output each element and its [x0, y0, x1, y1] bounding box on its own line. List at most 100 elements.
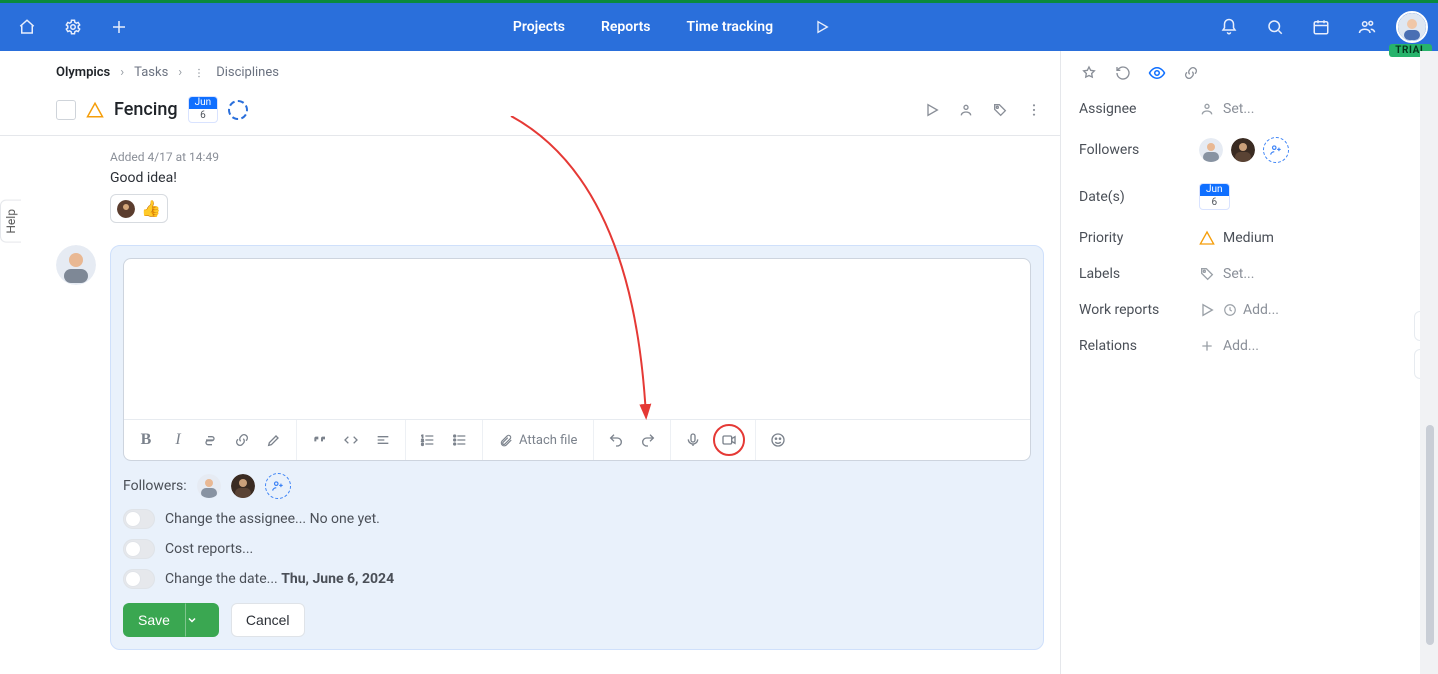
- undo-icon[interactable]: [604, 428, 628, 452]
- row-priority: Priority Medium: [1079, 220, 1404, 256]
- label-assignee: Assignee: [1079, 101, 1189, 117]
- editor: B I 123: [123, 258, 1031, 461]
- nav-reports[interactable]: Reports: [597, 13, 655, 41]
- chevron-right-icon: ›: [120, 65, 124, 80]
- link-icon[interactable]: [1181, 63, 1201, 83]
- save-dropdown-button[interactable]: [185, 603, 219, 637]
- calendar-icon[interactable]: [1304, 10, 1338, 44]
- scrollbar-thumb[interactable]: [1426, 425, 1434, 645]
- toggle[interactable]: [123, 509, 155, 529]
- search-icon[interactable]: [1258, 10, 1292, 44]
- thumbs-up-icon: 👍: [141, 199, 161, 218]
- link-icon[interactable]: [230, 428, 254, 452]
- breadcrumb-overflow[interactable]: [192, 66, 206, 80]
- comment-meta: Added 4/17 at 14:49: [110, 150, 1044, 164]
- value-assignee[interactable]: Set...: [1199, 101, 1404, 117]
- ordered-list-icon[interactable]: 123: [416, 428, 440, 452]
- toggle-label: Cost reports...: [165, 541, 253, 557]
- breadcrumb-current[interactable]: Disciplines: [216, 65, 279, 80]
- breadcrumb-root[interactable]: Olympics: [56, 65, 110, 80]
- italic-icon[interactable]: I: [166, 428, 190, 452]
- label-workreports: Work reports: [1079, 302, 1189, 318]
- avatar[interactable]: [1231, 138, 1255, 162]
- add-follower-button[interactable]: [265, 473, 291, 499]
- workreports-add: Add...: [1243, 302, 1279, 318]
- highlight-icon[interactable]: [262, 428, 286, 452]
- avatar[interactable]: [1199, 138, 1223, 162]
- tag-icon[interactable]: [990, 100, 1010, 120]
- avatar[interactable]: [1396, 11, 1428, 43]
- divider: [0, 135, 1060, 136]
- label-relations: Relations: [1079, 338, 1189, 354]
- chip-month: Jun: [1200, 184, 1229, 196]
- assignee-set: Set...: [1223, 101, 1254, 117]
- bullet-list-icon[interactable]: [448, 428, 472, 452]
- nav-projects[interactable]: Projects: [509, 13, 569, 41]
- row-assignee: Assignee Set...: [1079, 91, 1404, 127]
- row-dates: Date(s) Jun 6: [1079, 173, 1404, 220]
- toggle[interactable]: [123, 569, 155, 589]
- code-icon[interactable]: [339, 428, 363, 452]
- nav-time-tracking[interactable]: Time tracking: [683, 13, 778, 41]
- followers-label: Followers:: [123, 478, 187, 494]
- home-icon[interactable]: [10, 10, 44, 44]
- eye-icon[interactable]: [1147, 63, 1167, 83]
- scrollbar[interactable]: [1420, 51, 1438, 674]
- redo-icon[interactable]: [636, 428, 660, 452]
- value-dates[interactable]: Jun 6: [1199, 183, 1404, 210]
- avatar[interactable]: [197, 474, 221, 498]
- row-labels: Labels Set...: [1079, 256, 1404, 292]
- chevron-right-icon: ›: [178, 65, 182, 80]
- play-icon[interactable]: [922, 100, 942, 120]
- strike-icon[interactable]: [198, 428, 222, 452]
- cancel-button[interactable]: Cancel: [231, 603, 305, 637]
- label-dates: Date(s): [1079, 189, 1189, 205]
- people-icon[interactable]: [1350, 10, 1384, 44]
- comment-block: Added 4/17 at 14:49 Good idea! 👍: [56, 142, 1044, 223]
- refresh-icon[interactable]: [1113, 63, 1133, 83]
- row-followers: Followers: [1079, 127, 1404, 173]
- bold-icon[interactable]: B: [134, 428, 158, 452]
- play-icon[interactable]: [805, 10, 839, 44]
- gear-icon[interactable]: [56, 10, 90, 44]
- label-followers: Followers: [1079, 142, 1189, 158]
- add-follower-button[interactable]: [1263, 137, 1289, 163]
- mic-icon[interactable]: [681, 428, 705, 452]
- value-priority[interactable]: Medium: [1199, 230, 1404, 246]
- value-followers[interactable]: [1199, 137, 1404, 163]
- priority-icon: [86, 101, 104, 119]
- assignee-icon[interactable]: [956, 100, 976, 120]
- video-record-button[interactable]: [713, 424, 745, 456]
- value-relations[interactable]: Add...: [1199, 338, 1404, 354]
- bell-icon[interactable]: [1212, 10, 1246, 44]
- paragraph-icon[interactable]: [371, 428, 395, 452]
- attach-file-button[interactable]: Attach file: [493, 433, 583, 448]
- chip-day: 6: [194, 109, 212, 122]
- toggle-label: Change the assignee...: [165, 511, 310, 527]
- toggle-change-assignee: Change the assignee... No one yet.: [123, 509, 1031, 529]
- chip-day: 6: [1205, 196, 1223, 209]
- label-priority: Priority: [1079, 230, 1189, 246]
- priority-text: Medium: [1223, 230, 1274, 246]
- value-labels[interactable]: Set...: [1199, 266, 1404, 282]
- value-workreports[interactable]: Add...: [1199, 302, 1404, 318]
- row-work-reports: Work reports Add...: [1079, 292, 1404, 328]
- save-button[interactable]: Save: [123, 603, 185, 637]
- status-circle-icon[interactable]: [228, 100, 248, 120]
- emoji-icon[interactable]: [766, 428, 790, 452]
- task-title: Fencing: [114, 99, 178, 120]
- task-date-chip[interactable]: Jun 6: [188, 96, 219, 123]
- avatar[interactable]: [231, 474, 255, 498]
- toggle[interactable]: [123, 539, 155, 559]
- quote-icon[interactable]: [307, 428, 331, 452]
- editor-textarea[interactable]: [124, 259, 1030, 419]
- labels-set: Set...: [1223, 266, 1254, 282]
- reaction-chip[interactable]: 👍: [110, 194, 168, 223]
- task-header: Fencing Jun 6: [56, 90, 1044, 131]
- plus-icon[interactable]: [102, 10, 136, 44]
- breadcrumb-tasks[interactable]: Tasks: [134, 65, 168, 80]
- svg-text:3: 3: [421, 441, 423, 446]
- more-icon[interactable]: [1024, 100, 1044, 120]
- task-checkbox[interactable]: [56, 100, 76, 120]
- star-icon[interactable]: [1079, 63, 1099, 83]
